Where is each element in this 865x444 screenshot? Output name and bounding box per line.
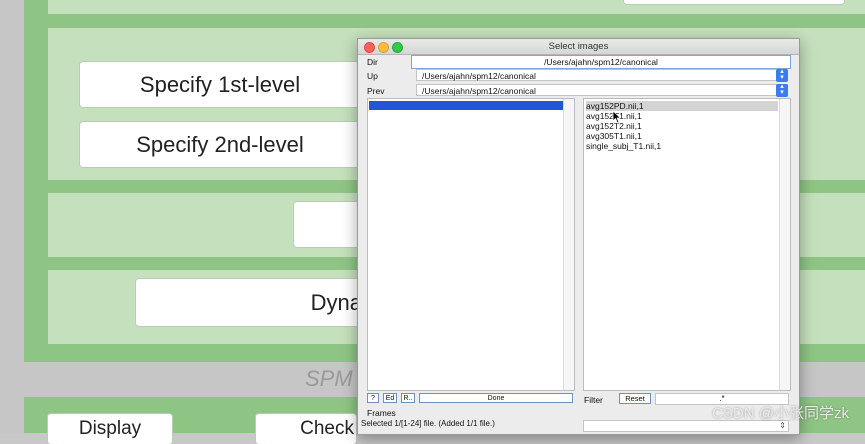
- reset-button[interactable]: Reset: [619, 393, 651, 404]
- dialog-titlebar[interactable]: Select images: [358, 39, 799, 55]
- edit-button[interactable]: Ed: [383, 393, 397, 403]
- prev-select-value: /Users/ajahn/spm12/canonical: [422, 86, 536, 96]
- recent-button[interactable]: R..: [401, 393, 415, 403]
- file-list-item[interactable]: avg305T1.nii,1: [586, 131, 778, 141]
- directory-list-scrollbar[interactable]: [563, 99, 574, 390]
- prev-select[interactable]: /Users/ajahn/spm12/canonical ▴ ▾: [416, 83, 788, 97]
- prev-select-arrow-icon[interactable]: ▴ ▾: [776, 83, 788, 97]
- display-button[interactable]: Display: [48, 414, 172, 444]
- spm-label: SPM: [305, 366, 353, 391]
- prev-label: Prev: [367, 86, 385, 96]
- watermark-text: CSDN @小张同学zk: [712, 405, 849, 422]
- select-images-dialog: Select images Dir /Users/ajahn/spm12/can…: [357, 38, 800, 435]
- directory-list[interactable]: [367, 98, 575, 391]
- filter-label: Filter: [584, 395, 603, 405]
- panel-box-top: [48, 0, 865, 14]
- display-button-label: Display: [78, 418, 142, 439]
- file-list-scrollbar[interactable]: [779, 99, 790, 390]
- done-button[interactable]: Done: [419, 393, 573, 403]
- dir-label: Dir: [367, 57, 378, 67]
- file-list[interactable]: avg152PD.nii,1 avg152T1.nii,1 avg152T2.n…: [583, 98, 791, 391]
- up-select[interactable]: /Users/ajahn/spm12/canonical ▴ ▾: [416, 68, 788, 82]
- status-text: Selected 1/[1-24] file. (Added 1/1 file.…: [361, 419, 495, 428]
- up-select-value: /Users/ajahn/spm12/canonical: [422, 71, 536, 81]
- dynamic-button[interactable]: Dyna: [136, 279, 364, 326]
- dialog-title: Select images: [548, 41, 609, 52]
- frames-label: Frames: [367, 408, 396, 418]
- file-list-item[interactable]: single_subj_T1.nii,1: [586, 141, 778, 151]
- help-button[interactable]: ?: [367, 393, 379, 403]
- directory-list-selected-row[interactable]: [369, 101, 563, 110]
- specify-2nd-level-button[interactable]: Specify 2nd-level: [80, 122, 360, 167]
- check-button-label: Check: [300, 418, 354, 439]
- partial-top-button[interactable]: [624, 0, 844, 4]
- check-button[interactable]: Check: [256, 414, 356, 444]
- dynamic-button-label: Dyna: [310, 289, 362, 315]
- dir-field[interactable]: /Users/ajahn/spm12/canonical: [411, 55, 791, 69]
- middle-button[interactable]: [294, 202, 364, 247]
- mouse-cursor-icon: [612, 110, 622, 124]
- up-select-arrow-icon[interactable]: ▴ ▾: [776, 68, 788, 82]
- specify-1st-level-button[interactable]: Specify 1st-level: [80, 62, 360, 107]
- up-label: Up: [367, 71, 378, 81]
